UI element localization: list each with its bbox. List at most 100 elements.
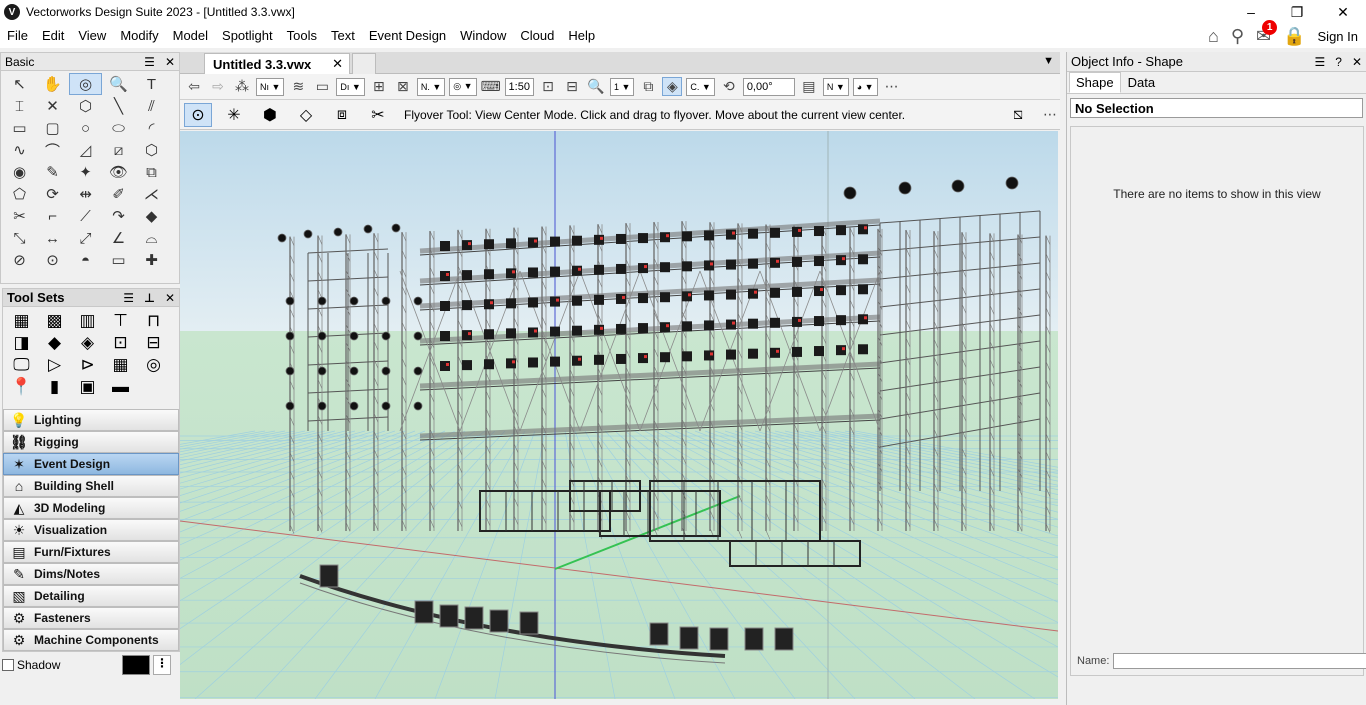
tape-measure-tool-icon[interactable]: ⊙ [36,249,69,271]
platform-tool-icon[interactable]: ◆ [38,332,71,354]
menu-modify[interactable]: Modify [113,24,165,48]
quarter-arc-tool-icon[interactable]: ◜ [135,117,168,139]
location-pin-tool-icon[interactable]: 📍 [5,376,38,398]
oi-menu-icon[interactable]: ☰ [1314,55,1325,69]
snap-options-icon[interactable]: ⧅ [1004,103,1032,127]
deck-tool-icon[interactable]: ◈ [71,332,104,354]
double-polygon-tool-icon[interactable]: ⧄ [102,139,135,161]
constrained-dim-tool-icon[interactable]: ⤢ [69,227,102,249]
palette-menu-icon[interactable]: ☰ [144,55,155,69]
menu-tools[interactable]: Tools [280,24,324,48]
offset-tool-icon[interactable]: ↷ [102,205,135,227]
search-icon[interactable]: ⚲ [1231,26,1244,47]
new-tab-button[interactable] [352,53,376,74]
spiral-tool-icon[interactable]: ◉ [3,161,36,183]
menu-event-design[interactable]: Event Design [362,24,453,48]
line-tool-icon[interactable]: ╲ [102,95,135,117]
frame-tool-icon[interactable]: ⊡ [104,332,137,354]
layer-options-icon[interactable]: ▭ [312,78,332,95]
pin-icon[interactable]: ⊥ [144,291,155,305]
zoom-tool-icon[interactable]: 🔍 [102,73,135,95]
close-tab-icon[interactable]: ✕ [332,56,343,72]
toolset-machine-components[interactable]: ⚙ Machine Components [3,629,179,651]
arc-dimension-tool-icon[interactable]: ⌓ [135,227,168,249]
menu-window[interactable]: Window [453,24,513,48]
pan-tool-icon[interactable]: ✋ [36,73,69,95]
forward-arrow-icon[interactable]: ⇨ [208,78,228,95]
tabs-dropdown-icon[interactable]: ▼ [1043,55,1054,67]
reshape-tool-icon[interactable]: ⬠ [3,183,36,205]
rotate-tool-icon[interactable]: ⟳ [36,183,69,205]
protractor-tool-icon[interactable]: ◓ [69,249,102,271]
toolset-lighting[interactable]: 💡 Lighting [3,409,179,431]
rectangle-tool-icon[interactable]: ▭ [3,117,36,139]
3d-locus-tool-icon[interactable]: ⬡ [69,95,102,117]
eraser-tool-icon[interactable]: ◆ [135,205,168,227]
video-camera-tool-icon[interactable]: ▬ [104,376,137,398]
shadow-options-button[interactable]: ⋮ [153,655,171,675]
toolset-event-design[interactable]: ✶ Event Design [3,453,179,475]
restore-button[interactable]: ❐ [1274,0,1320,24]
more-icon[interactable]: ⋯ [882,78,902,95]
flyover-preferences-icon[interactable]: ✂ [364,103,392,127]
magic-wand-tool-icon[interactable]: ✦ [69,161,102,183]
view-dropdown[interactable]: C. ▼ [686,77,715,96]
lectern-tool-icon[interactable]: ⊤ [104,310,137,332]
scale-field[interactable]: 1:50 [504,77,534,96]
menu-cloud[interactable]: Cloud [513,24,561,48]
menu-text[interactable]: Text [324,24,362,48]
lock-icon[interactable]: 🔒 [1283,26,1305,47]
split-tool-icon[interactable]: ⋌ [135,183,168,205]
regular-polygon-tool-icon[interactable]: ⬡ [135,139,168,161]
monitor-tool-icon[interactable]: 🖵 [5,354,38,376]
toolset-visualization[interactable]: ☀ Visualization [3,519,179,541]
grid-options-icon[interactable]: ⊠ [393,78,413,95]
render-mode-dropdown[interactable]: N. ▼ [416,77,446,96]
menu-help[interactable]: Help [561,24,602,48]
saved-views-icon[interactable]: ⁂ [232,78,252,95]
fillet-tool-icon[interactable]: ⌐ [36,205,69,227]
angle-tool-icon[interactable]: ∠ [102,227,135,249]
toolset-dims-notes[interactable]: ✎ Dims/Notes [3,563,179,585]
mirror-tool-icon[interactable]: ⧉ [135,161,168,183]
flyover-tool-icon[interactable]: ◎ [69,73,102,95]
user-origin-mode-icon[interactable]: ✳ [220,103,248,127]
symbol-tool-icon[interactable]: ✚ [135,249,168,271]
attribute-mapping-tool-icon[interactable]: ✐ [102,183,135,205]
view-cube-icon[interactable]: ⧉ [638,78,658,95]
tab-shape[interactable]: Shape [1069,72,1121,93]
toolset-fasteners[interactable]: ⚙ Fasteners [3,607,179,629]
scale-icon[interactable]: ⌨ [481,78,501,95]
help-icon[interactable]: ? [1335,55,1342,69]
compass-tool-icon[interactable]: ⊘ [3,249,36,271]
visualization-dropdown[interactable]: ◕ ▼ [852,77,878,96]
table-tool-icon[interactable]: ⊓ [137,310,170,332]
text-tool-icon[interactable]: T [135,73,168,95]
working-plane-mode-icon[interactable]: ◇ [292,103,320,127]
trim-tool-icon[interactable]: ✂ [3,205,36,227]
toolset-detailing[interactable]: ▧ Detailing [3,585,179,607]
home-icon[interactable]: ⌂ [1208,26,1219,47]
freehand-tool-icon[interactable]: ∿ [3,139,36,161]
palette-close-icon[interactable]: ✕ [165,55,175,69]
speaker-tool-icon[interactable]: ▮ [38,376,71,398]
projection-dropdown[interactable]: ◎ ▼ [449,77,477,96]
dimension-tool-icon[interactable]: ↔ [36,227,69,249]
back-arrow-icon[interactable]: ⇦ [184,78,204,95]
rotation-field[interactable]: 0,00° [742,77,795,96]
callout-tool-icon[interactable]: ⌶ [3,95,36,117]
object-center-mode-icon[interactable]: ⬢ [256,103,284,127]
drape-tool-icon[interactable]: ▥ [71,310,104,332]
led-wall-tool-icon[interactable]: ▦ [104,354,137,376]
design-layer-dropdown[interactable]: Dı ▼ [336,77,365,96]
circle-tool-icon[interactable]: ○ [69,117,102,139]
eyedropper-tool-icon[interactable]: ✎ [36,161,69,183]
locus-tool-icon[interactable]: ✕ [36,95,69,117]
screen-tool-icon[interactable]: ⊟ [137,332,170,354]
stage-plug-tool-icon[interactable]: ▩ [38,310,71,332]
oval-tool-icon[interactable]: ⬭ [102,117,135,139]
class-dropdown[interactable]: Nı ▼ [256,77,285,96]
toolset-rigging[interactable]: ⛓ Rigging [3,431,179,453]
polyline-tool-icon[interactable]: ⌒ [36,139,69,161]
working-plane-icon[interactable]: ◈ [662,77,683,96]
